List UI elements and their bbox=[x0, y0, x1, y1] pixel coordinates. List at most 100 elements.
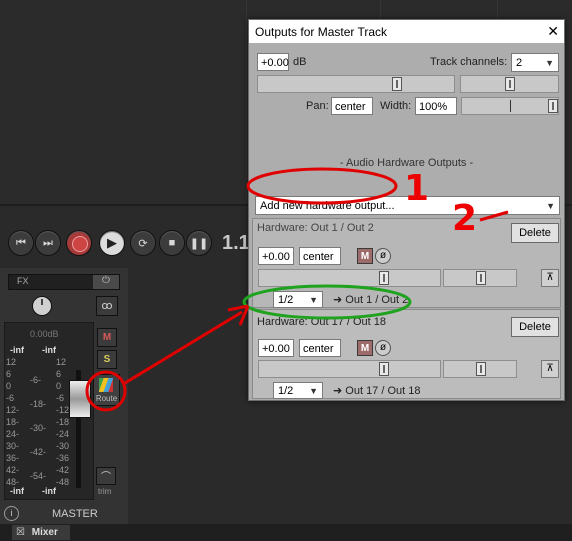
hw-output-name: Hardware: Out 1 / Out 2 bbox=[257, 222, 374, 234]
envelope-icon: ⌒ bbox=[101, 472, 111, 483]
grid-line bbox=[246, 0, 247, 205]
hw-output-name: Hardware: Out 17 / Out 18 bbox=[257, 316, 387, 328]
slider-thumb[interactable] bbox=[476, 362, 486, 376]
red-arrow-line bbox=[124, 310, 243, 385]
pause-button[interactable]: ❚❚ bbox=[186, 230, 212, 256]
tab-mixer[interactable]: ☒ Mixer bbox=[12, 525, 70, 540]
peak-right: -inf bbox=[42, 345, 56, 355]
play-icon: ▶ bbox=[107, 235, 117, 250]
slider-thumb[interactable] bbox=[548, 99, 558, 113]
trim-envelope-button[interactable]: ⌒ bbox=[96, 467, 116, 485]
pan-knob[interactable] bbox=[32, 296, 52, 316]
hw-output-section-1: Hardware: Out 1 / Out 2 Delete +0.00 cen… bbox=[252, 218, 561, 308]
skip-to-start-icon: ⏮ bbox=[16, 236, 26, 249]
channel-select[interactable]: 1/2 ▼ bbox=[273, 291, 323, 308]
red-arrow-head bbox=[227, 304, 250, 326]
send-pan-slider[interactable] bbox=[443, 269, 517, 287]
dialog-title: Outputs for Master Track bbox=[255, 25, 388, 39]
dialog-titlebar[interactable]: Outputs for Master Track ✕ bbox=[249, 20, 564, 43]
send-pan-slider[interactable] bbox=[443, 360, 517, 378]
peak-left: -inf bbox=[10, 345, 24, 355]
envelope-icon[interactable]: ⊼ bbox=[541, 360, 559, 378]
skip-to-end-icon: ⏭ bbox=[43, 236, 53, 249]
mute-button[interactable]: M bbox=[97, 328, 117, 347]
fx-power-icon[interactable]: ⏻ bbox=[93, 275, 119, 289]
send-pan-field[interactable]: center bbox=[299, 339, 341, 357]
arrow-right-icon: ➜ bbox=[333, 385, 343, 397]
width-slider[interactable] bbox=[461, 97, 559, 115]
meter-scale-right: 12 6 0 -6 -12 -18 -24 -30 -36 -42 -48 bbox=[56, 357, 70, 487]
solo-button[interactable]: S bbox=[97, 350, 117, 369]
route-label: Route bbox=[95, 394, 118, 403]
bottom-right-readout: -inf bbox=[42, 486, 56, 496]
skip-to-end-button[interactable]: ⏭ bbox=[35, 230, 61, 256]
mute-button[interactable]: M bbox=[357, 340, 373, 356]
master-track-label-bar: i MASTER bbox=[0, 504, 128, 524]
send-pan-field[interactable]: center bbox=[299, 247, 341, 265]
track-channels-select[interactable]: 2 ▼ bbox=[511, 53, 559, 72]
time-display: 1.1 bbox=[222, 232, 250, 254]
route-destination: ➜ Out 17 / Out 18 bbox=[333, 385, 421, 397]
route-button[interactable]: Route bbox=[93, 374, 120, 406]
slider-thumb[interactable] bbox=[379, 362, 389, 376]
delete-button[interactable]: Delete bbox=[511, 317, 559, 337]
close-icon[interactable]: ✕ bbox=[547, 23, 559, 40]
volume-fader[interactable] bbox=[69, 380, 91, 418]
envelope-icon[interactable]: ⊼ bbox=[541, 269, 559, 287]
chevron-down-icon: ▼ bbox=[309, 386, 318, 396]
record-icon bbox=[72, 236, 88, 252]
close-icon[interactable]: ☒ bbox=[16, 527, 25, 538]
width-label: Width: bbox=[380, 100, 412, 112]
slider-thumb[interactable] bbox=[505, 77, 515, 91]
fx-label: FX bbox=[17, 276, 29, 286]
annotation-number-2: 2 bbox=[452, 198, 478, 239]
play-button[interactable]: ▶ bbox=[99, 230, 125, 256]
chevron-down-icon: ▼ bbox=[309, 295, 318, 305]
send-volume-field[interactable]: +0.00 bbox=[258, 247, 294, 265]
fx-bar[interactable]: FX ⏻ bbox=[8, 274, 120, 290]
send-volume-field[interactable]: +0.00 bbox=[258, 339, 294, 357]
db-readout: 0.00dB bbox=[30, 329, 59, 339]
send-volume-slider[interactable] bbox=[258, 269, 441, 287]
width-field[interactable]: 100% bbox=[415, 97, 457, 115]
master-volume-slider[interactable] bbox=[257, 75, 455, 93]
repeat-button[interactable]: ⟳ bbox=[130, 230, 156, 256]
bottom-left-readout: -inf bbox=[10, 486, 24, 496]
phase-invert-icon[interactable]: ø bbox=[375, 248, 391, 264]
pan-field[interactable]: center bbox=[331, 97, 373, 115]
volume-unit: dB bbox=[293, 56, 307, 68]
channel-select[interactable]: 1/2 ▼ bbox=[273, 382, 323, 399]
pause-icon: ❚❚ bbox=[189, 237, 209, 250]
dialog-body: +0.00 dB Track channels: 2 ▼ Pan: center … bbox=[249, 43, 564, 400]
stop-button[interactable]: ■ bbox=[159, 230, 185, 256]
master-volume-field[interactable]: +0.00 bbox=[257, 53, 289, 71]
repeat-icon: ⟳ bbox=[138, 237, 148, 250]
phase-invert-icon[interactable]: ø bbox=[375, 340, 391, 356]
track-name: MASTER bbox=[52, 508, 98, 520]
delete-button[interactable]: Delete bbox=[511, 223, 559, 243]
chevron-down-icon: ▼ bbox=[545, 58, 554, 68]
slider-thumb[interactable] bbox=[476, 271, 486, 285]
arrow-right-icon: ➜ bbox=[333, 294, 343, 306]
annotation-number-1: 1 bbox=[404, 168, 430, 209]
chevron-down-icon: ▼ bbox=[546, 201, 555, 211]
skip-to-start-button[interactable]: ⏮ bbox=[8, 230, 34, 256]
master-balance-slider[interactable] bbox=[460, 75, 559, 93]
route-icon bbox=[99, 378, 113, 392]
outputs-dialog: Outputs for Master Track ✕ +0.00 dB Trac… bbox=[248, 19, 565, 401]
slider-thumb[interactable] bbox=[392, 77, 402, 91]
track-channels-label: Track channels: bbox=[430, 56, 508, 68]
docker-tab-bar: ☒ Mixer bbox=[0, 524, 572, 541]
record-button[interactable] bbox=[66, 230, 92, 256]
mute-button[interactable]: M bbox=[357, 248, 373, 264]
stop-icon: ■ bbox=[168, 237, 176, 249]
trim-label: trim bbox=[98, 487, 112, 496]
info-icon[interactable]: i bbox=[4, 506, 19, 521]
hw-output-section-2: Hardware: Out 17 / Out 18 Delete +0.00 c… bbox=[252, 309, 561, 399]
stereo-icon[interactable]: ꝏ bbox=[96, 296, 118, 316]
pan-label: Pan: bbox=[306, 100, 329, 112]
transport-bar: ⏮ ⏭ ▶ ⟳ ■ ❚❚ bbox=[0, 224, 260, 262]
slider-thumb[interactable] bbox=[379, 271, 389, 285]
meter-scale-mid: -6- -18- -30- -42- -54- bbox=[30, 375, 47, 481]
send-volume-slider[interactable] bbox=[258, 360, 441, 378]
